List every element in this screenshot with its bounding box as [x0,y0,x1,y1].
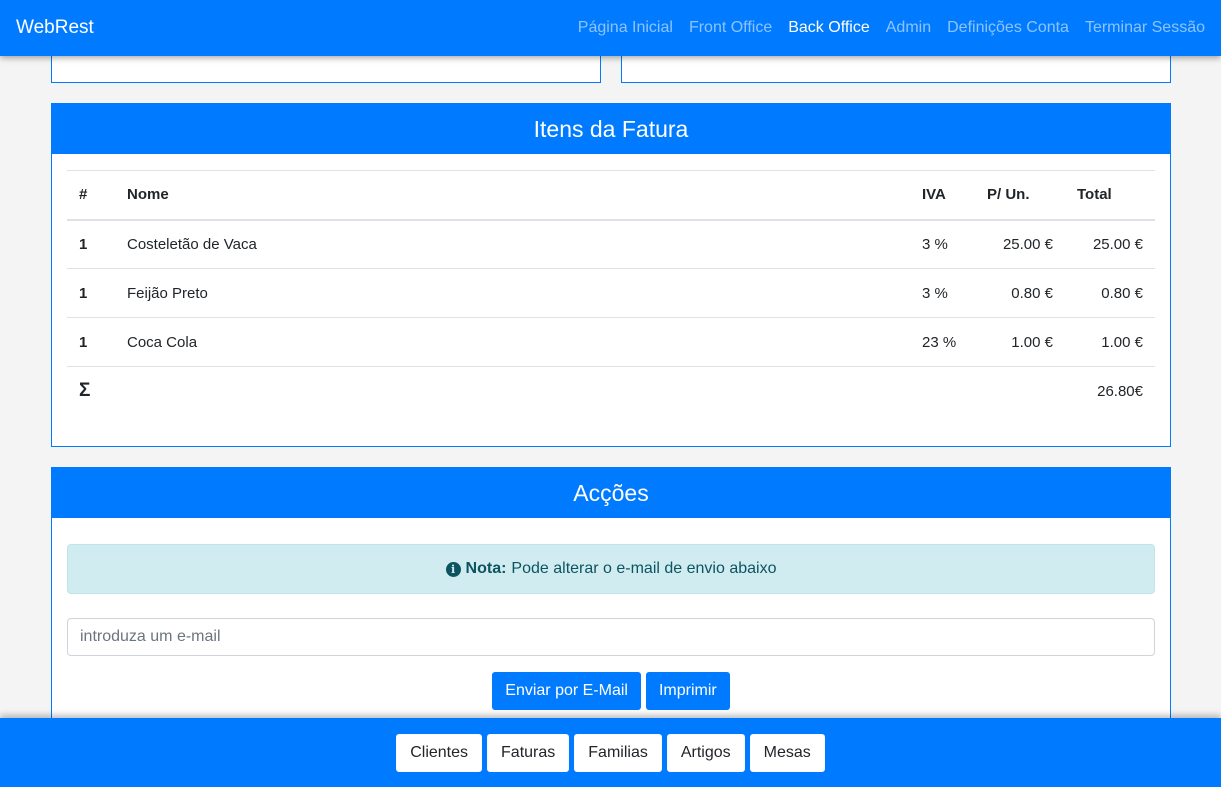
invoice-items-title: Itens da Fatura [52,104,1170,154]
row-iva: 3 % [910,268,975,318]
send-email-button[interactable]: Enviar por E-Mail [492,672,641,710]
invoice-items-table: # Nome IVA P/ Un. Total 1 Costeletão de … [67,170,1155,416]
note-text: Pode alterar o e-mail de envio abaixo [511,560,777,577]
header-name: Nome [115,170,910,221]
action-buttons: Enviar por E-Mail Imprimir [52,672,1170,710]
invoices-button[interactable]: Faturas [487,733,570,772]
table-row: 1 Costeletão de Vaca 3 % 25.00 € 25.00 € [67,219,1155,269]
nav-link-admin[interactable]: Admin [886,19,931,37]
tables-button[interactable]: Mesas [749,733,825,772]
row-unit-price: 25.00 € [975,219,1065,269]
row-iva: 23 % [910,317,975,367]
row-total: 25.00 € [1065,219,1155,269]
email-input[interactable] [67,618,1155,656]
print-button[interactable]: Imprimir [645,672,730,710]
row-qty: 1 [67,317,115,367]
row-qty: 1 [67,219,115,269]
row-unit-price: 1.00 € [975,317,1065,367]
nav-link-back-office[interactable]: Back Office [788,19,870,37]
row-name: Costeletão de Vaca [115,219,910,269]
actions-title: Acções [52,468,1170,518]
brand-logo[interactable]: WebRest [16,17,94,39]
top-navbar: WebRest Página Inicial Front Office Back… [0,0,1221,56]
info-alert: i Nota: Pode alterar o e-mail de envio a… [67,544,1155,594]
nav-link-front-office[interactable]: Front Office [689,19,772,37]
row-total: 0.80 € [1065,268,1155,318]
table-header-row: # Nome IVA P/ Un. Total [67,170,1155,221]
info-circle-icon: i [445,561,461,577]
articles-button[interactable]: Artigos [666,733,745,772]
invoice-items-card: Itens da Fatura # Nome IVA P/ Un. Total … [51,103,1171,447]
table-row: 1 Feijão Preto 3 % 0.80 € 0.80 € [67,268,1155,318]
nav-link-account-settings[interactable]: Definições Conta [947,19,1069,37]
note-label: Nota: [465,560,507,577]
row-name: Feijão Preto [115,268,910,318]
row-name: Coca Cola [115,317,910,367]
table-row: 1 Coca Cola 23 % 1.00 € 1.00 € [67,317,1155,367]
row-qty: 1 [67,268,115,318]
row-unit-price: 0.80 € [975,268,1065,318]
header-unit-price: P/ Un. [975,170,1065,221]
nav-link-logout[interactable]: Terminar Sessão [1085,19,1205,37]
grand-total: 26.80€ [1065,366,1155,416]
nav-links: Página Inicial Front Office Back Office … [578,19,1205,37]
header-total: Total [1065,170,1155,221]
sum-row: Σ 26.80€ [67,366,1155,416]
row-total: 1.00 € [1065,317,1155,367]
bottom-toolbar: Clientes Faturas Familias Artigos Mesas [0,718,1221,787]
clients-button[interactable]: Clientes [396,733,483,772]
row-iva: 3 % [910,219,975,269]
nav-link-home[interactable]: Página Inicial [578,19,673,37]
families-button[interactable]: Familias [574,733,662,772]
sum-symbol: Σ [67,366,115,416]
header-iva: IVA [910,170,975,221]
header-number: # [67,170,115,221]
